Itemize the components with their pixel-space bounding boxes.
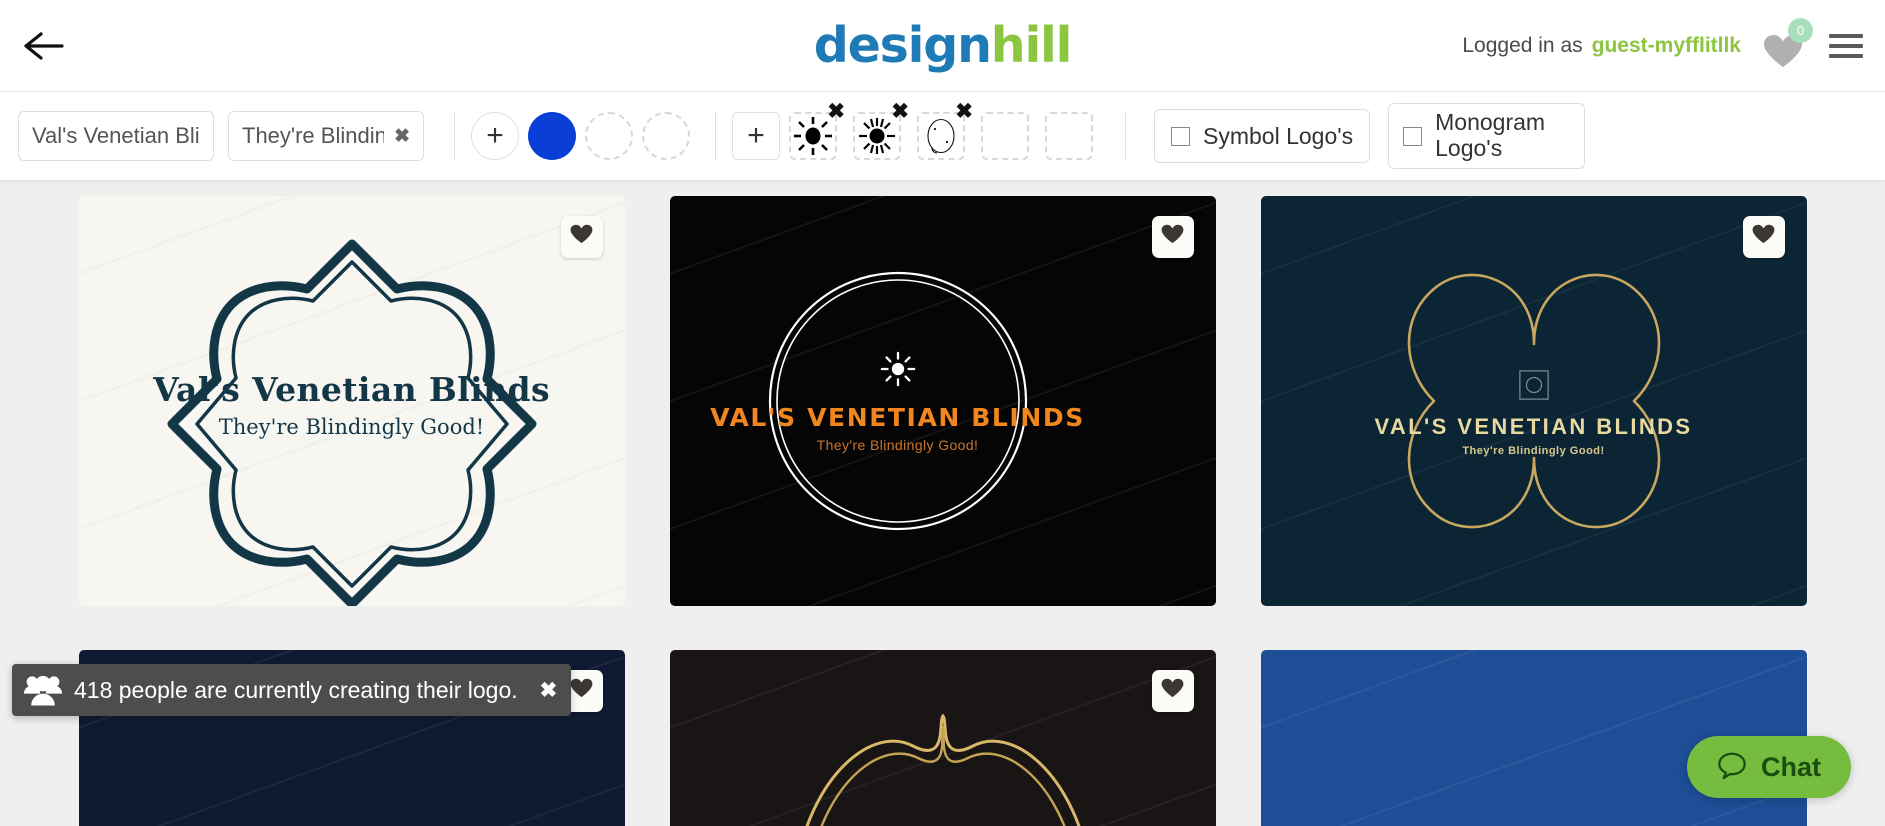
sun-icon xyxy=(879,350,917,393)
gold-wave-ornament-graphic xyxy=(805,713,1080,826)
logo-tagline: They're Blindingly Good! xyxy=(816,436,979,453)
logo-text-block: VAL'S VENETIAN BLINDS They're Blindingly… xyxy=(1261,220,1807,606)
brand-name-value: Val's Venetian Blinds xyxy=(32,123,200,148)
designhill-logo[interactable]: designhill xyxy=(814,21,1073,71)
symbol-slot-blob-outline[interactable]: ✖ xyxy=(917,101,973,160)
symbol-logos-label: Symbol Logo's xyxy=(1203,122,1354,149)
heart-icon xyxy=(1161,678,1184,704)
empty-color-swatch[interactable] xyxy=(642,112,690,160)
username-label[interactable]: guest-myfflitllk xyxy=(1592,34,1741,58)
logo-card-gold-wave[interactable] xyxy=(669,650,1216,826)
brand-text-hill: hill xyxy=(990,16,1073,74)
logo-maker-page: designhill Logged in as guest-myfflitllk… xyxy=(0,0,1885,826)
favorite-logo-button[interactable] xyxy=(1151,670,1194,712)
filter-toolbar: Val's Venetian Blinds They're Blindingly… xyxy=(0,92,1885,180)
add-color-button[interactable]: + xyxy=(471,112,519,160)
window-shutter-icon xyxy=(1518,369,1550,406)
empty-symbol-slot[interactable] xyxy=(1045,112,1093,160)
close-x-icon[interactable]: ✖ xyxy=(955,101,973,122)
slogan-input[interactable]: They're Blindingly ✖ xyxy=(228,111,424,161)
chat-bubble-icon xyxy=(1717,750,1747,785)
hamburger-line xyxy=(1829,53,1863,58)
add-symbol-button[interactable]: + xyxy=(732,112,780,160)
empty-color-swatch[interactable] xyxy=(585,112,633,160)
toolbar-divider xyxy=(715,111,716,161)
monogram-logos-checkbox[interactable]: Monogram Logo's xyxy=(1388,103,1586,169)
close-x-icon[interactable]: ✖ xyxy=(394,125,410,148)
logo-tagline: They're Blindingly Good! xyxy=(1462,445,1605,457)
logo-results-grid: Val's Venetian Blinds They're Blindingly… xyxy=(0,196,1885,826)
heart-icon xyxy=(1752,224,1775,250)
monogram-logos-label: Monogram Logo's xyxy=(1435,109,1546,161)
favorite-logo-button[interactable] xyxy=(560,216,603,258)
close-x-icon[interactable]: ✖ xyxy=(540,678,558,703)
app-header: designhill Logged in as guest-myfflitllk… xyxy=(0,0,1885,92)
close-x-icon[interactable]: ✖ xyxy=(827,101,845,122)
toast-message: 418 people are currently creating their … xyxy=(74,676,518,703)
people-group-icon xyxy=(12,673,74,707)
hamburger-menu-icon[interactable] xyxy=(1829,33,1863,58)
selected-color-swatch[interactable] xyxy=(528,112,576,160)
logged-in-label: Logged in as xyxy=(1462,33,1583,57)
brand-text-design: design xyxy=(813,16,992,74)
symbol-logos-checkbox[interactable]: Symbol Logo's xyxy=(1154,109,1371,163)
favorites-count-badge: 0 xyxy=(1788,17,1813,43)
empty-symbol-slot[interactable] xyxy=(981,112,1029,160)
symbol-slot-sun-burst[interactable]: ✖ xyxy=(853,101,909,160)
symbol-slot-sun-rays[interactable]: ✖ xyxy=(789,101,845,160)
favorite-logo-button[interactable] xyxy=(1151,216,1194,258)
slogan-value: They're Blindingly xyxy=(242,123,384,148)
logo-text-block: Val's Venetian Blinds They're Blindingly… xyxy=(79,202,625,606)
hamburger-line xyxy=(1829,43,1863,48)
checkbox-square xyxy=(1171,126,1190,146)
heart-icon xyxy=(1161,224,1184,250)
toolbar-divider xyxy=(454,111,455,161)
logo-tagline: They're Blindingly Good! xyxy=(218,414,485,439)
logo-text-block: VAL'S VENETIAN BLINDS They're Blindingly… xyxy=(670,196,1171,606)
close-x-icon[interactable]: ✖ xyxy=(891,101,909,122)
chat-label: Chat xyxy=(1761,751,1821,782)
checkbox-square xyxy=(1403,126,1423,146)
logo-title: Val's Venetian Blinds xyxy=(153,369,550,409)
logo-card-circle-sun[interactable]: VAL'S VENETIAN BLINDS They're Blindingly… xyxy=(669,196,1216,606)
hamburger-line xyxy=(1829,33,1863,38)
arrow-left-icon xyxy=(24,31,64,61)
heart-icon xyxy=(570,678,593,704)
favorites-button[interactable]: 0 xyxy=(1763,17,1813,67)
live-activity-toast: 418 people are currently creating their … xyxy=(12,664,572,716)
logo-card-ornate-frame[interactable]: Val's Venetian Blinds They're Blindingly… xyxy=(78,196,625,606)
brand-name-input[interactable]: Val's Venetian Blinds xyxy=(18,111,214,161)
logo-title: VAL'S VENETIAN BLINDS xyxy=(1374,414,1693,439)
header-right-group: Logged in as guest-myfflitllk 0 xyxy=(1462,17,1863,67)
logo-card-gold-quatrefoil[interactable]: VAL'S VENETIAN BLINDS They're Blindingly… xyxy=(1260,196,1807,606)
logo-title: VAL'S VENETIAN BLINDS xyxy=(710,402,1085,432)
toolbar-divider xyxy=(1125,111,1126,161)
back-button[interactable] xyxy=(18,20,70,72)
favorite-logo-button[interactable] xyxy=(1742,216,1785,258)
heart-icon xyxy=(570,224,593,250)
chat-button[interactable]: Chat xyxy=(1687,736,1851,798)
